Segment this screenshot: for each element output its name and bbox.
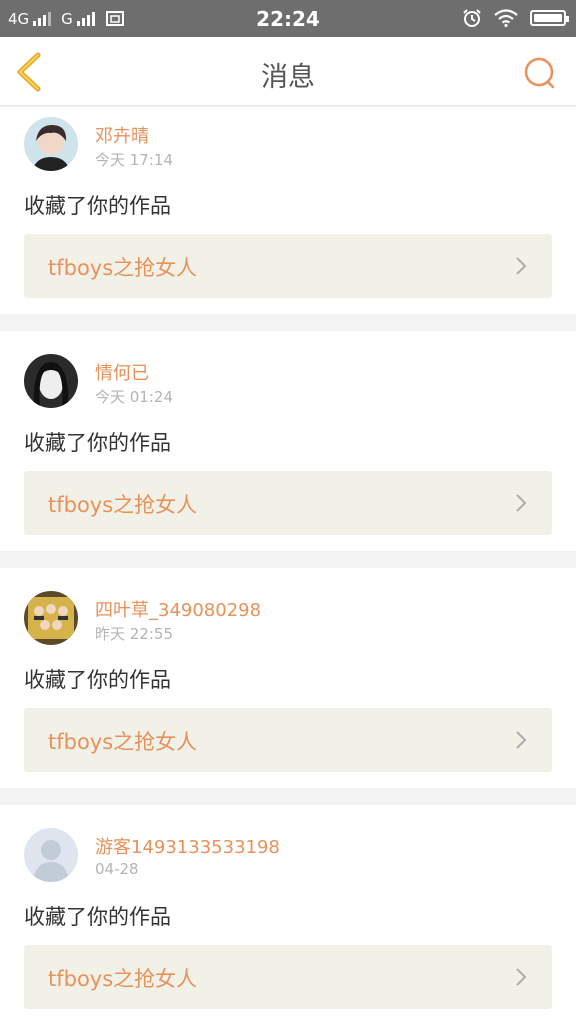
timestamp: 今天 17:14: [95, 151, 173, 169]
work-title: tfboys之抢女人: [48, 967, 198, 991]
timestamp: 昨天 22:55: [95, 625, 173, 643]
work-link[interactable]: tfboys之抢女人: [24, 471, 552, 535]
action-text: 收藏了你的作品: [24, 668, 171, 692]
username[interactable]: 游客1493133533198: [95, 833, 280, 859]
search-icon: [524, 57, 555, 89]
default-avatar-icon[interactable]: [24, 828, 78, 882]
work-link[interactable]: tfboys之抢女人: [24, 234, 552, 298]
action-text: 收藏了你的作品: [24, 905, 171, 929]
chevron-right-icon: [516, 257, 527, 275]
timestamp: 04-28: [95, 860, 139, 878]
page-title: 消息: [261, 62, 315, 93]
message-card: 四叶草_349080298 昨天 22:55 收藏了你的作品 tfboys之抢女…: [0, 568, 576, 788]
username[interactable]: 情何已: [95, 359, 149, 385]
battery-icon: [530, 10, 569, 26]
avatar[interactable]: [24, 591, 78, 645]
work-title: tfboys之抢女人: [48, 256, 198, 280]
message-card: 情何已 今天 01:24 收藏了你的作品 tfboys之抢女人: [0, 331, 576, 551]
status-bar: 4G G 22:24: [0, 0, 576, 37]
work-title: tfboys之抢女人: [48, 493, 198, 517]
avatar[interactable]: [24, 117, 78, 171]
chevron-right-icon: [516, 968, 527, 986]
search-button[interactable]: [522, 55, 558, 91]
status-right: [462, 8, 569, 28]
chevron-right-icon: [516, 731, 527, 749]
action-text: 收藏了你的作品: [24, 194, 171, 218]
timestamp: 今天 01:24: [95, 388, 173, 406]
alarm-icon: [463, 9, 481, 27]
wifi-icon: [494, 9, 518, 27]
message-card: 邓卉晴 今天 17:14 收藏了你的作品 tfboys之抢女人: [0, 107, 576, 314]
work-title: tfboys之抢女人: [48, 730, 198, 754]
nav-bar: 消息: [0, 37, 576, 106]
username[interactable]: 四叶草_349080298: [95, 596, 261, 622]
username[interactable]: 邓卉晴: [95, 122, 149, 148]
chevron-right-icon: [516, 494, 527, 512]
avatar[interactable]: [24, 354, 78, 408]
action-text: 收藏了你的作品: [24, 431, 171, 455]
work-link[interactable]: tfboys之抢女人: [24, 708, 552, 772]
work-link[interactable]: tfboys之抢女人: [24, 945, 552, 1009]
message-card: 游客1493133533198 04-28 收藏了你的作品 tfboys之抢女人: [0, 805, 576, 1024]
